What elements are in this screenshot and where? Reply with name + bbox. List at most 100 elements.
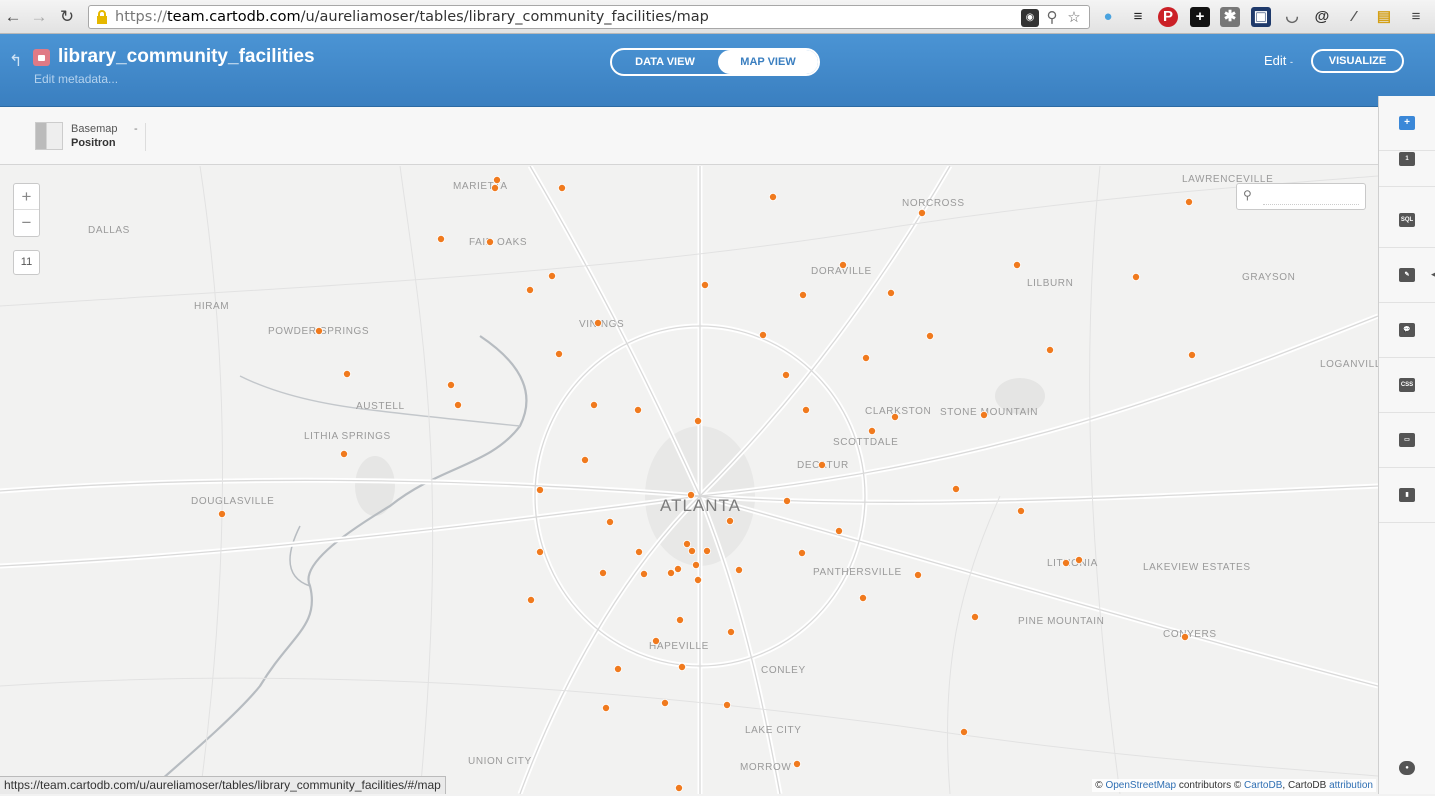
facility-point[interactable] [527, 595, 536, 604]
facility-point[interactable] [526, 286, 535, 295]
facility-point[interactable] [891, 412, 900, 421]
facility-point[interactable] [687, 490, 696, 499]
facility-point[interactable] [694, 575, 703, 584]
facility-point[interactable] [818, 460, 827, 469]
facility-point[interactable] [661, 699, 670, 708]
zoom-in-button[interactable]: + [14, 184, 39, 210]
facility-point[interactable] [602, 704, 611, 713]
reload-icon[interactable]: ↻ [57, 7, 77, 27]
facility-point[interactable] [1013, 261, 1022, 270]
legends-button[interactable]: ▭ [1379, 413, 1435, 468]
chevron-down-icon[interactable]: - [134, 123, 138, 135]
facility-point[interactable] [960, 728, 969, 737]
facility-point[interactable] [217, 509, 226, 518]
plus-extension-icon[interactable]: + [1190, 7, 1210, 27]
visualize-button[interactable]: VISUALIZE [1311, 49, 1404, 73]
facility-point[interactable] [536, 485, 545, 494]
facility-point[interactable] [667, 568, 676, 577]
address-bar[interactable]: https://team.cartodb.com/u/aureliamoser/… [88, 5, 1090, 29]
facility-point[interactable] [490, 183, 499, 192]
cartodb-link[interactable]: CartoDB [1244, 780, 1282, 791]
facility-point[interactable] [759, 330, 768, 339]
facility-point[interactable] [614, 664, 623, 673]
css-button[interactable]: CSS [1379, 358, 1435, 413]
facility-point[interactable] [536, 547, 545, 556]
facility-point[interactable] [918, 209, 927, 218]
facility-point[interactable] [314, 326, 323, 335]
facility-point[interactable] [485, 238, 494, 247]
note-icon[interactable]: ▤ [1374, 7, 1394, 27]
facility-point[interactable] [555, 349, 564, 358]
facility-point[interactable] [492, 175, 501, 184]
facility-point[interactable] [1132, 273, 1141, 282]
facility-point[interactable] [635, 547, 644, 556]
basemap-value[interactable]: Positron [71, 137, 116, 149]
facility-point[interactable] [726, 516, 735, 525]
pinterest-icon[interactable]: P [1158, 7, 1178, 27]
pocket-icon[interactable]: ◡ [1282, 7, 1302, 27]
search-icon[interactable]: ⚲ [1043, 9, 1061, 27]
forward-icon[interactable]: → [29, 7, 49, 27]
facility-point[interactable] [782, 370, 791, 379]
asterisk-icon[interactable]: ✱ [1220, 7, 1240, 27]
attribution-link[interactable]: attribution [1329, 780, 1373, 791]
filters-button[interactable]: ▮ [1379, 468, 1435, 523]
facility-point[interactable] [868, 426, 877, 435]
map-search-input[interactable] [1263, 189, 1359, 205]
facility-point[interactable] [914, 570, 923, 579]
back-icon[interactable]: ← [3, 7, 23, 27]
bookmark-star-icon[interactable]: ☆ [1065, 9, 1083, 27]
eyedropper-icon[interactable]: ⁄ [1344, 7, 1364, 27]
edit-menu[interactable]: Edit - [1264, 53, 1293, 68]
tab-map-view[interactable]: MAP VIEW [718, 50, 818, 74]
at-icon[interactable]: @ [1312, 7, 1332, 27]
facility-point[interactable] [339, 449, 348, 458]
map-canvas[interactable]: MARIETTA DALLAS FAIR OAKS HIRAM POWDER S… [0, 166, 1378, 794]
facility-point[interactable] [1075, 555, 1084, 564]
facility-point[interactable] [558, 183, 567, 192]
facility-point[interactable] [783, 496, 792, 505]
facility-point[interactable] [342, 369, 351, 378]
facility-point[interactable] [1017, 506, 1026, 515]
facility-point[interactable] [735, 565, 744, 574]
basemap-thumbnail[interactable] [35, 122, 63, 150]
camera-extension-icon[interactable]: ◉ [1021, 9, 1039, 27]
facility-point[interactable] [446, 380, 455, 389]
facility-point[interactable] [548, 272, 557, 281]
facility-point[interactable] [675, 784, 684, 793]
facility-point[interactable] [1188, 350, 1197, 359]
facility-point[interactable] [1062, 558, 1071, 567]
facility-point[interactable] [859, 593, 868, 602]
sql-button[interactable]: SQL [1379, 193, 1435, 248]
back-to-tables-icon[interactable]: ↰ [9, 51, 22, 71]
facility-point[interactable] [453, 400, 462, 409]
facility-point[interactable] [798, 548, 807, 557]
facility-point[interactable] [640, 569, 649, 578]
facility-point[interactable] [436, 235, 445, 244]
facility-point[interactable] [581, 455, 590, 464]
menu-icon[interactable]: ≡ [1406, 7, 1426, 27]
zoom-out-button[interactable]: − [14, 210, 39, 236]
facility-point[interactable] [594, 318, 603, 327]
facility-point[interactable] [1185, 198, 1194, 207]
facility-point[interactable] [683, 539, 692, 548]
facility-point[interactable] [887, 289, 896, 298]
facility-point[interactable] [703, 546, 712, 555]
facility-point[interactable] [723, 701, 732, 710]
edit-metadata-link[interactable]: Edit metadata... [34, 72, 118, 86]
facility-point[interactable] [980, 410, 989, 419]
osm-link[interactable]: OpenStreetMap [1105, 780, 1176, 791]
facility-point[interactable] [769, 192, 778, 201]
facility-point[interactable] [799, 291, 808, 300]
facility-point[interactable] [835, 526, 844, 535]
facility-point[interactable] [692, 560, 701, 569]
facility-point[interactable] [694, 416, 703, 425]
facility-point[interactable] [652, 636, 661, 645]
facility-point[interactable] [701, 281, 710, 290]
facility-point[interactable] [727, 627, 736, 636]
facility-point[interactable] [926, 331, 935, 340]
tips-button[interactable]: ● [1379, 741, 1435, 796]
wizards-button[interactable]: ✎ [1379, 248, 1435, 303]
facility-point[interactable] [1181, 632, 1190, 641]
tab-data-view[interactable]: DATA VIEW [612, 50, 718, 74]
